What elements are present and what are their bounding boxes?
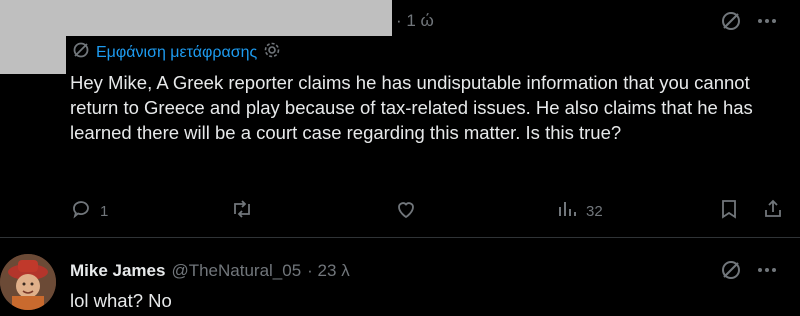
- redacted-avatar: [0, 36, 66, 74]
- divider: [0, 237, 800, 238]
- translation-row[interactable]: Εμφάνιση μετάφρασης: [72, 41, 281, 64]
- translate-icon: [72, 41, 90, 64]
- retweet-button[interactable]: [230, 198, 254, 225]
- reply-header: Mike James @TheNatural_05 · 23 λ: [70, 261, 350, 281]
- reply-text: lol what? No: [70, 290, 172, 311]
- translation-link[interactable]: Εμφάνιση μετάφρασης: [96, 44, 257, 62]
- tweet-timestamp[interactable]: · 1 ώ: [396, 11, 434, 31]
- gear-icon[interactable]: [263, 41, 281, 64]
- tweet-text: Hey Mike, A Greek reporter claims he has…: [70, 72, 753, 143]
- bookmark-icon: [718, 198, 740, 225]
- views-count: 32: [586, 203, 603, 220]
- avatar[interactable]: [0, 254, 56, 310]
- reply-timestamp[interactable]: · 23 λ: [307, 261, 350, 281]
- grok-icon[interactable]: [718, 8, 744, 34]
- bookmark-button[interactable]: [718, 198, 740, 225]
- reply-count: 1: [100, 203, 109, 220]
- reply-icon: [70, 198, 92, 225]
- reply-grok-icon[interactable]: [718, 257, 744, 283]
- reply-author-handle[interactable]: @TheNatural_05: [171, 261, 301, 281]
- retweet-icon: [230, 198, 254, 225]
- reply-button[interactable]: 1: [70, 198, 108, 225]
- views-button[interactable]: 32: [556, 198, 603, 225]
- redacted-author: [0, 0, 392, 36]
- share-button[interactable]: [762, 198, 784, 225]
- like-button[interactable]: [395, 198, 417, 225]
- reply-author-name[interactable]: Mike James: [70, 261, 165, 281]
- like-icon: [395, 198, 417, 225]
- share-icon: [762, 198, 784, 225]
- reply-more-icon[interactable]: [754, 257, 780, 283]
- more-icon[interactable]: [754, 8, 780, 34]
- views-icon: [556, 198, 578, 225]
